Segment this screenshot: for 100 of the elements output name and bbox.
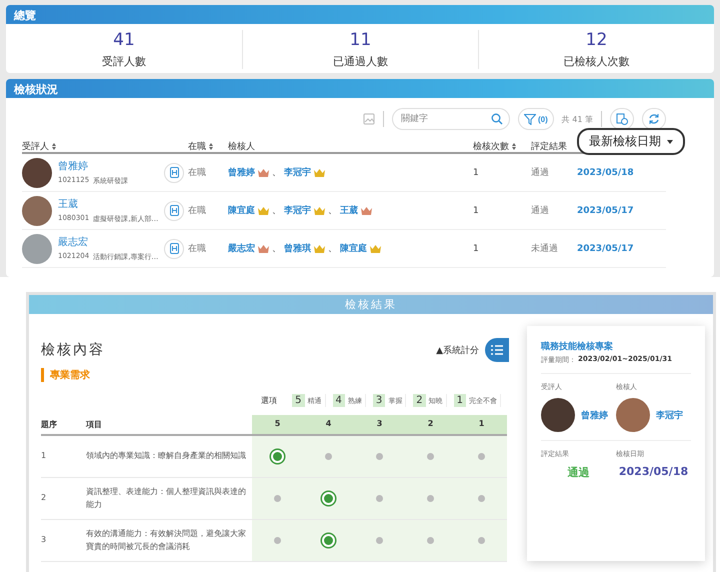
profile-button[interactable] — [164, 238, 184, 258]
image-icon[interactable] — [362, 113, 375, 125]
sort-icon — [209, 143, 213, 150]
column-header[interactable]: 最新檢核日期 — [577, 128, 685, 155]
result-value: 通過 — [568, 465, 590, 480]
item-number: 2 — [41, 492, 46, 504]
result-text: 通過 — [531, 204, 550, 217]
refresh-button[interactable] — [642, 108, 666, 130]
review-date: 2023/05/17 — [577, 206, 635, 216]
rating-radio[interactable] — [478, 537, 485, 544]
separator: 、 — [272, 205, 281, 217]
person-name[interactable]: 李冠宇 — [656, 408, 683, 422]
column-header: 評定結果 — [531, 140, 568, 153]
stat-label: 已檢核人次數 — [564, 54, 630, 69]
caret-icon — [667, 140, 673, 144]
legend-score: 1 — [454, 394, 466, 407]
sort-icon — [512, 143, 516, 150]
legend-label: 選項 — [261, 395, 278, 406]
stat-label: 受評人數 — [102, 54, 146, 69]
filter-button[interactable]: (0) — [518, 108, 554, 130]
item-text: 有效的溝通能力：有效解決問題，避免讓大家寶貴的時間被冗長的會議消耗 — [86, 528, 247, 552]
reviewer-name[interactable]: 李冠宇 — [284, 166, 311, 179]
review-date: 2023/05/17 — [577, 244, 635, 254]
separator: 、 — [328, 243, 337, 255]
rating-radio[interactable] — [322, 534, 335, 547]
sort-icon — [52, 143, 56, 150]
avatar — [22, 196, 52, 226]
reviewer-name[interactable]: 曾雅琪 — [284, 242, 311, 255]
reviewer-name[interactable]: 陳宜庭 — [340, 242, 367, 255]
rating-radio[interactable] — [427, 495, 434, 502]
panel-title: 檢核狀況 — [6, 79, 714, 98]
menu-button[interactable] — [485, 338, 509, 362]
search-field[interactable]: 關鍵字 — [392, 108, 510, 130]
person-name[interactable]: 曾雅婷 — [581, 408, 608, 422]
legend-score: 4 — [332, 394, 345, 407]
id-card-icon — [170, 205, 179, 216]
employment-status: 在職 — [188, 204, 207, 217]
project-title: 職務技能檢核專案 — [541, 340, 614, 353]
item-number: 1 — [41, 450, 46, 462]
menu-icon — [491, 345, 503, 355]
avatar — [616, 398, 650, 432]
rating-radio[interactable] — [271, 450, 284, 463]
review-count: 1 — [473, 168, 480, 178]
section-title: 檢核內容 — [41, 341, 105, 359]
column-header[interactable]: 在職 — [188, 140, 228, 153]
rating-radio[interactable] — [322, 492, 335, 505]
rating-radio[interactable] — [427, 537, 434, 544]
rating-radio[interactable] — [376, 537, 383, 544]
legend-score: 5 — [292, 394, 304, 407]
id-card-icon — [170, 167, 178, 178]
rating-radio[interactable] — [427, 453, 434, 460]
result-text: 通過 — [531, 166, 550, 179]
avatar — [541, 398, 575, 432]
rating-radio[interactable] — [478, 495, 485, 502]
employment-status: 在職 — [188, 166, 207, 179]
rating-radio[interactable] — [274, 537, 281, 544]
filter-icon — [524, 114, 536, 124]
search-icon[interactable] — [490, 113, 503, 125]
item-number: 3 — [41, 534, 46, 546]
export-icon — [616, 113, 628, 125]
reviewer-name[interactable]: 曾雅婷 — [228, 166, 255, 179]
column-header: 5 — [252, 415, 303, 436]
separator: 、 — [328, 205, 337, 217]
separator: 、 — [272, 243, 281, 255]
id-card-icon — [170, 243, 179, 254]
reviewer-name[interactable]: 嚴志宏 — [228, 242, 255, 255]
rating-radio[interactable] — [376, 453, 383, 460]
item-text: 資訊整理、表達能力：個人整理資訊與表達的能力 — [86, 486, 247, 510]
rating-radio[interactable] — [274, 495, 281, 502]
result-text: 未通過 — [531, 242, 559, 255]
refresh-icon — [648, 113, 660, 125]
rating-radio[interactable] — [478, 453, 485, 460]
rating-radio[interactable] — [376, 495, 383, 502]
reviewer-name[interactable]: 王葳 — [340, 204, 358, 217]
avatar — [22, 234, 52, 264]
stat-label: 已通過人數 — [333, 54, 388, 69]
total-count: 共 41 筆 — [562, 114, 593, 124]
item-text: 領域內的專業知識：瞭解自身產業的相關知識 — [86, 450, 246, 462]
column-header: 檢核人 — [228, 140, 256, 153]
person-name[interactable]: 嚴志宏 — [58, 235, 158, 249]
reviewer-name[interactable]: 陳宜庭 — [228, 204, 255, 217]
category-label: 專業需求 — [41, 368, 90, 382]
reviewer-name[interactable]: 李冠宇 — [284, 204, 311, 217]
column-header[interactable]: 受評人 — [22, 140, 188, 153]
column-header: 3 — [354, 415, 405, 436]
rating-radio[interactable] — [325, 453, 332, 460]
column-header: 2 — [405, 415, 456, 436]
export-button[interactable] — [610, 108, 634, 130]
profile-button[interactable] — [164, 200, 184, 220]
review-date: 2023/05/18 — [577, 168, 635, 178]
date-value: 2023/05/18 — [618, 465, 688, 480]
stat-value: 12 — [586, 30, 608, 50]
person-name[interactable]: 王葳 — [58, 197, 158, 211]
score-toggle[interactable]: ▲系統計分 — [436, 344, 479, 356]
employment-status: 在職 — [188, 242, 207, 255]
panel-title: 檢核結果 — [29, 295, 713, 314]
column-header[interactable]: 檢核次數 — [473, 140, 531, 153]
person-name[interactable]: 曾雅婷 — [58, 159, 128, 173]
profile-button[interactable] — [164, 162, 184, 182]
panel-title: 總覽 — [6, 5, 714, 24]
